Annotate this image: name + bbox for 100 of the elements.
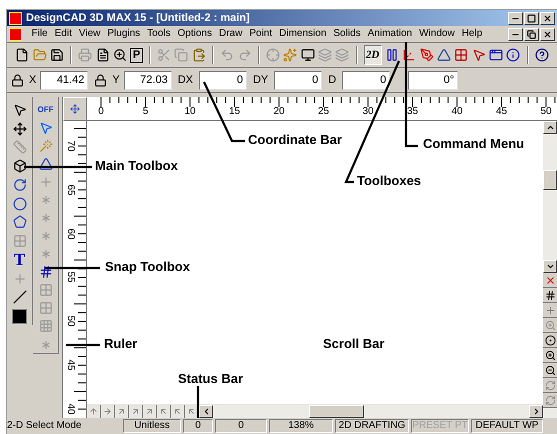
menu-item[interactable]: Tools [144, 29, 174, 39]
callout-label: Ruler [104, 337, 138, 350]
menu-item[interactable]: Window [416, 29, 458, 39]
letter-button[interactable]: P [130, 48, 143, 62]
ruler-label: 30 [362, 107, 374, 117]
ruler-label: 50 [540, 107, 552, 117]
paste-icon[interactable] [192, 48, 206, 62]
arrow-icon[interactable] [117, 406, 126, 416]
status-cell: 138% [269, 419, 333, 433]
callout-label: Scroll Bar [323, 337, 384, 350]
ruler-label: 15 [228, 107, 240, 117]
ruler-label: 45 [496, 107, 508, 117]
color-swatch[interactable] [12, 308, 27, 324]
field-label: DY [252, 72, 270, 88]
status-cell: Unitless [123, 419, 181, 433]
arrow-icon[interactable] [103, 406, 112, 416]
ruler-label: 50 [65, 316, 75, 327]
leader-line [66, 344, 100, 346]
status-cell: DEFAULT WP [471, 419, 543, 433]
triangle-icon[interactable] [436, 48, 451, 62]
ruler-label: 25 [318, 107, 330, 117]
status-cell: 0 [215, 419, 267, 433]
menu-item[interactable]: Edit [51, 29, 76, 39]
callout-label: Command Menu [423, 137, 524, 150]
callout-label: Coordinate Bar [248, 133, 342, 146]
menu-item[interactable]: File [28, 29, 52, 39]
scroll-thumb[interactable] [309, 404, 364, 418]
coordinate-field[interactable]: 0 [198, 70, 247, 90]
menu-item[interactable]: Dimension [276, 29, 330, 39]
field-label: D [327, 72, 338, 88]
leader-line [203, 82, 245, 142]
axes-icon[interactable] [402, 48, 416, 62]
save-icon[interactable] [50, 48, 64, 62]
plus-icon[interactable] [544, 304, 556, 316]
arrow-icon[interactable] [131, 406, 140, 416]
scroll-down-icon[interactable] [546, 262, 554, 271]
pointer-icon[interactable] [12, 102, 26, 117]
ruler-label: 60 [65, 228, 75, 240]
ruler-label: 20 [273, 107, 285, 117]
snap-midpoint-icon[interactable] [38, 265, 52, 280]
arrow-icon[interactable] [187, 406, 196, 416]
lock-icon[interactable] [94, 74, 107, 86]
ruler-label: 70 [65, 140, 75, 152]
menu-item[interactable]: View [75, 29, 104, 39]
magnifier-icon[interactable] [112, 48, 127, 62]
menu-item[interactable]: Draw [216, 29, 246, 39]
monitor-icon[interactable] [300, 48, 315, 62]
status-mode-text: 2-D Select Mode [7, 421, 82, 431]
leader-line [45, 266, 100, 270]
coordinate-field[interactable]: 41.42 [40, 70, 88, 90]
menu-item[interactable]: Animation [364, 29, 416, 39]
snap-off-button[interactable]: OFF [34, 101, 56, 118]
restore-icon[interactable] [527, 30, 536, 38]
field-label: Y [111, 72, 121, 88]
help-icon[interactable] [534, 48, 549, 62]
cube-icon[interactable] [12, 159, 26, 174]
coordinate-field[interactable]: 0 [342, 70, 390, 90]
arrow-icon[interactable] [159, 406, 168, 416]
scroll-up-icon[interactable] [546, 123, 554, 132]
callout-label: Toolboxes [357, 174, 422, 187]
info-icon[interactable] [506, 48, 520, 62]
polygon-icon[interactable] [12, 215, 26, 230]
drawing-canvas[interactable] [87, 121, 543, 404]
move-icon[interactable] [12, 122, 26, 136]
menu-item[interactable]: Plugins [104, 29, 144, 39]
lock-icon[interactable] [10, 74, 24, 86]
arrow-icon[interactable] [89, 406, 98, 416]
circle-icon[interactable] [12, 196, 26, 211]
window-icon[interactable] [489, 48, 503, 62]
ruler-label: 10 [184, 107, 196, 117]
maximize-icon[interactable] [527, 14, 536, 22]
new-file-icon[interactable] [15, 48, 30, 62]
text-tool-button[interactable]: T [8, 250, 30, 269]
close-icon[interactable] [543, 14, 552, 22]
triangle-icon[interactable] [38, 156, 52, 171]
close-icon[interactable] [543, 30, 552, 38]
zoom-in-icon[interactable] [544, 350, 556, 360]
coordinate-field[interactable]: 72.03 [124, 70, 172, 90]
menu-item[interactable]: Help [458, 29, 486, 39]
zoom-target-icon[interactable] [544, 334, 556, 346]
rotate-icon[interactable] [12, 178, 26, 192]
scroll-thumb[interactable] [543, 170, 557, 190]
coordinate-field[interactable]: 0° [408, 70, 458, 90]
grid-icon[interactable] [544, 290, 556, 300]
arrow-icon[interactable] [145, 406, 154, 416]
callout-label: Snap Toolbox [105, 260, 190, 273]
cancel-icon[interactable] [544, 274, 556, 286]
menu-item[interactable]: Solids [330, 29, 364, 39]
arrow-icon[interactable] [173, 406, 182, 416]
leader-line [196, 386, 200, 418]
zoom-out-icon[interactable] [544, 364, 556, 376]
ruler-label: 40 [451, 107, 463, 117]
status-cell: 2D DRAFTING [335, 419, 409, 433]
menu-item[interactable]: Options [174, 29, 216, 39]
pause-icon[interactable] [384, 48, 399, 62]
menu-item[interactable]: Point [246, 29, 276, 39]
coordinate-field[interactable]: 0 [274, 70, 322, 90]
ruler-label: 45 [65, 359, 75, 371]
2d-mode-button[interactable]: 2D [364, 45, 382, 65]
leader-line [24, 166, 92, 168]
